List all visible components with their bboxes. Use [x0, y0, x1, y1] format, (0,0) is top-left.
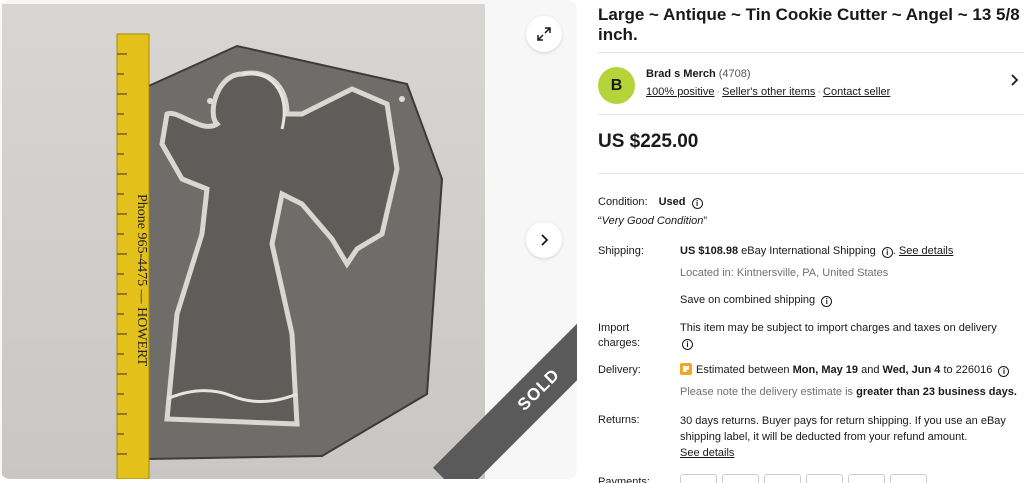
seller-feedback-count: (4708)	[718, 68, 751, 80]
condition-quote-close: ”	[703, 215, 708, 227]
shipping-badge-icon	[680, 363, 692, 375]
shipping-amount: US $108.98	[680, 245, 739, 257]
listing-title: Large ~ Antique ~ Tin Cookie Cutter ~ An…	[598, 5, 1020, 44]
chevron-right-icon	[541, 234, 549, 246]
ruler-text: Phone 965-4475 — HOWERT	[134, 194, 149, 367]
divider	[598, 52, 1024, 53]
item-price: US $225.00	[598, 131, 699, 152]
cookie-cutter-photo: Phone 965-4475 — HOWERT	[116, 33, 444, 479]
info-icon[interactable]: i	[682, 339, 693, 350]
info-icon[interactable]: i	[821, 296, 833, 307]
import-charges-row: Import charges: This item may be subject…	[598, 321, 1024, 353]
payments-label: Payments:	[598, 476, 650, 483]
diners-icon	[890, 474, 927, 483]
image-gallery: Phone 965-4475 — HOWERT SOLD	[0, 0, 577, 479]
combined-shipping-text: Save on combined shipping	[680, 294, 816, 306]
shipping-see-details-link[interactable]: See details	[899, 245, 953, 257]
seller-positive-link[interactable]: 100% positive	[646, 86, 715, 98]
seller-avatar[interactable]: B	[598, 67, 635, 104]
delivery-est-prefix: Estimated between	[696, 364, 790, 376]
visa-icon	[764, 474, 801, 483]
expand-icon	[537, 27, 551, 41]
seller-links: 100% positive · Seller's other items · Conta…	[646, 86, 890, 98]
shipping-label: Shipping:	[598, 245, 644, 257]
item-location: Located in: Kintnersville, PA, United St…	[680, 267, 889, 279]
shipping-method: eBay International Shipping	[741, 245, 876, 257]
shipping-row: Shipping: US $108.98 eBay International …	[598, 244, 1024, 314]
delivery-note-prefix: Please note the delivery estimate is	[680, 386, 854, 398]
condition-row: Condition: Used i “Very Good Condition”	[598, 195, 1024, 229]
next-image-button[interactable]	[526, 222, 562, 258]
delivery-zip: to 226016	[943, 364, 993, 376]
seller-other-items-link[interactable]: Seller's other items	[722, 86, 815, 98]
seller-name[interactable]: Brad s Merch (4708)	[646, 68, 751, 80]
info-icon[interactable]: i	[998, 366, 1010, 377]
seller-name-text[interactable]: Brad s Merch	[646, 68, 716, 80]
delivery-note-bold: greater than 23 business days.	[856, 386, 1017, 398]
info-icon[interactable]: i	[881, 247, 893, 258]
delivery-date-end: Wed, Jun 4	[882, 364, 941, 376]
chevron-right-icon[interactable]	[1010, 73, 1020, 92]
condition-value: Used	[658, 196, 686, 208]
returns-text: 30 days returns. Buyer pays for return s…	[680, 415, 1006, 443]
mastercard-icon	[806, 474, 843, 483]
expand-image-button[interactable]	[526, 16, 562, 52]
discover-icon	[848, 474, 885, 483]
contact-seller-link[interactable]: Contact seller	[823, 86, 890, 98]
separator-dot: ·	[716, 86, 721, 98]
returns-see-details-link[interactable]: See details	[680, 447, 734, 459]
delivery-date-start: Mon, May 19	[792, 364, 859, 376]
delivery-and: and	[861, 364, 880, 376]
condition-label: Condition:	[598, 196, 648, 208]
paypal-icon	[680, 474, 717, 483]
delivery-row: Delivery: Estimated between Mon, May 19 …	[598, 363, 1024, 403]
import-charges-label: Import charges:	[598, 322, 641, 349]
seller-card[interactable]: B Brad s Merch (4708) 100% positive · Selle…	[598, 65, 1024, 105]
delivery-label: Delivery:	[598, 364, 641, 376]
returns-row: Returns: 30 days returns. Buyer pays for…	[598, 413, 1024, 461]
import-charges-text: This item may be subject to import charg…	[680, 322, 997, 334]
payment-methods	[680, 474, 927, 483]
condition-note: Very Good Condition	[601, 215, 704, 227]
divider	[598, 114, 1024, 115]
item-photo[interactable]: Phone 965-4475 — HOWERT	[2, 4, 485, 479]
returns-label: Returns:	[598, 414, 640, 426]
info-icon[interactable]: i	[691, 198, 703, 209]
divider	[598, 173, 1024, 174]
separator-dot: ·	[817, 86, 822, 98]
gpay-icon	[722, 474, 759, 483]
